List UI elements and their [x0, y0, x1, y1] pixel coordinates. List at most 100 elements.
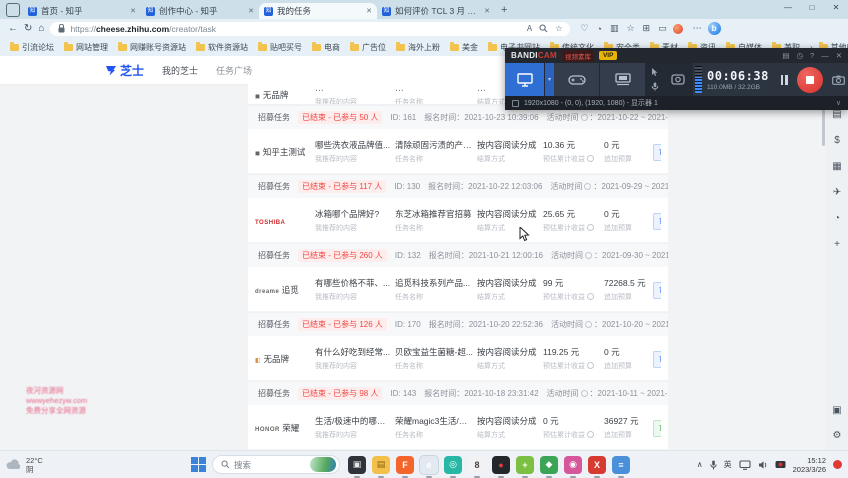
task-title[interactable]: 贝欧宝益生菌糖-超... — [395, 346, 474, 358]
review-status-button[interactable]: 审核通过 — [653, 351, 661, 368]
bandicam-tray-icon[interactable] — [775, 460, 786, 469]
review-status-button[interactable]: 审核通过 — [653, 213, 661, 230]
tray-chevron-icon[interactable]: ∧ — [697, 460, 703, 469]
stop-record-button[interactable] — [797, 67, 823, 93]
file-explorer[interactable]: ▤ — [372, 456, 390, 474]
tab-zhihu-home[interactable]: 知 首页 - 知乎 ✕ — [23, 3, 141, 19]
device-recording-mode-button[interactable] — [600, 63, 646, 96]
task-title[interactable]: 荣耀magic3生活/极... — [395, 415, 474, 427]
collections-icon[interactable]: ⊞ — [643, 23, 651, 34]
more-menu-icon[interactable]: ⋯ — [693, 23, 702, 34]
chevron-down-icon[interactable]: ∨ — [836, 99, 841, 107]
tab-creator-center[interactable]: 知 创作中心 - 知乎 ✕ — [141, 3, 259, 19]
help-icon[interactable]: ? — [810, 51, 814, 60]
task-title[interactable]: 清除顽固污渍的产品... — [395, 139, 474, 151]
bookmark-folder[interactable]: 美金 — [450, 42, 478, 53]
ime-indicator[interactable]: 英 — [724, 459, 732, 470]
bing-chat-icon[interactable]: b — [708, 22, 721, 35]
maximize-button[interactable]: □ — [800, 0, 824, 15]
photos-app[interactable]: ▣ — [348, 456, 366, 474]
tab-tcl-question[interactable]: 知 如何评价 TCL 3 月 21 日发布的 ✕ — [377, 3, 495, 19]
close-tab-icon[interactable]: ✕ — [484, 7, 490, 15]
clock[interactable]: 15:12 2023/3/26 — [793, 456, 826, 474]
mic-icon[interactable] — [710, 460, 717, 470]
back-icon[interactable]: ← — [8, 23, 18, 34]
promo-button[interactable]: 视频素库 — [562, 50, 594, 62]
light-app[interactable]: 8 — [468, 456, 486, 474]
close-tab-icon[interactable]: ✕ — [130, 7, 136, 15]
game-recording-mode-button[interactable] — [554, 63, 600, 96]
split-screen-icon[interactable]: ▥ — [610, 23, 619, 34]
bookmark-folder[interactable]: 海外上粉 — [396, 42, 440, 53]
task-title[interactable]: 东芝冰箱推荐官招募 — [395, 208, 474, 220]
bookmark-folder[interactable]: 软件资源站 — [196, 42, 248, 53]
volume-icon[interactable] — [758, 460, 768, 470]
teal-app[interactable]: ◎ — [444, 456, 462, 474]
favorite-star-icon[interactable]: ☆ — [555, 24, 562, 33]
home-icon[interactable]: ⌂ — [38, 23, 44, 34]
nav-task-square[interactable]: 任务广场 — [216, 64, 252, 77]
heart-icon[interactable]: ♡ — [580, 23, 588, 34]
shopping-icon[interactable]: $ — [831, 134, 844, 147]
nav-my-zhishi[interactable]: 我的芝士 — [162, 64, 198, 77]
recorder-app[interactable]: ● — [492, 456, 510, 474]
content-title[interactable]: 生活/极速中的哪个... — [315, 415, 392, 427]
content-title[interactable]: 有哪些价格不菲、... — [315, 277, 392, 289]
review-status-button[interactable]: 审核中 — [653, 420, 661, 437]
notifications-icon[interactable]: ◔ — [831, 212, 844, 225]
start-button[interactable] — [191, 457, 206, 472]
taskbar-search[interactable]: 搜索 — [212, 455, 340, 474]
task-title[interactable]: 追觅科技系列产品... — [395, 277, 474, 289]
search-icon[interactable] — [539, 24, 548, 33]
bookmark-folder[interactable]: 广告位 — [350, 42, 386, 53]
bookmark-folder[interactable]: 网赚账号资源站 — [118, 42, 186, 53]
content-title[interactable]: 冰箱哪个品牌好? — [315, 208, 392, 220]
minimize-icon[interactable]: — — [821, 51, 829, 60]
drop-icon[interactable]: ✈ — [831, 186, 844, 199]
mic-toggle-icon[interactable] — [651, 82, 659, 91]
green-app-2[interactable]: ◆ — [540, 456, 558, 474]
colorful-app[interactable]: ◉ — [564, 456, 582, 474]
region-checkbox[interactable] — [512, 100, 519, 107]
cursor-effect-icon[interactable] — [651, 68, 659, 77]
schedule-icon[interactable]: ◷ — [796, 51, 803, 60]
new-tab-button[interactable]: + — [501, 4, 507, 16]
network-icon[interactable] — [739, 460, 751, 470]
edge[interactable]: e — [420, 456, 438, 474]
webcam-button[interactable] — [663, 63, 693, 96]
notes-app[interactable]: ≡ — [612, 456, 630, 474]
content-title[interactable]: 哪些洗衣液品牌值... — [315, 139, 392, 151]
close-icon[interactable]: ✕ — [836, 51, 842, 60]
favorites-bar-icon[interactable]: ☆ — [626, 23, 634, 34]
bookmark-folder[interactable]: 电商 — [312, 42, 340, 53]
xshell[interactable]: X — [588, 456, 606, 474]
open-folder-icon[interactable]: ▤ — [782, 51, 789, 60]
add-sidebar-icon[interactable]: + — [831, 238, 844, 251]
screenshot-button[interactable] — [828, 63, 848, 96]
history-icon[interactable]: ◔ — [597, 24, 602, 34]
zhishi-logo[interactable]: 芝士 — [105, 62, 144, 79]
firefox[interactable]: F — [396, 456, 414, 474]
close-tab-icon[interactable]: ✕ — [366, 7, 372, 15]
review-status-button[interactable]: 审核通过 — [653, 144, 661, 161]
bookmark-folder[interactable]: 贴吧买号 — [258, 42, 302, 53]
bandicam-titlebar[interactable]: BANDICAM 视频素库 VIP ▤ ◷ ? — ✕ — [505, 48, 848, 63]
screen-recording-mode-button[interactable] — [505, 63, 545, 96]
close-tab-icon[interactable]: ✕ — [248, 7, 254, 15]
minimize-button[interactable]: — — [776, 0, 800, 15]
settings-icon[interactable]: ⚙ — [831, 429, 844, 442]
bookmark-folder[interactable]: 引流论坛 — [10, 42, 54, 53]
profile-avatar[interactable] — [673, 24, 683, 34]
games-icon[interactable]: ▦ — [831, 160, 844, 173]
tab-actions-icon[interactable] — [6, 3, 20, 17]
pause-button[interactable] — [776, 63, 792, 96]
weather-widget[interactable]: 22°C阴 — [6, 456, 191, 474]
tab-my-tasks[interactable]: 知 我的任务 ✕ — [259, 3, 377, 19]
content-title[interactable]: 有什么好吃到经常... — [315, 346, 392, 358]
address-bar[interactable]: https://cheese.zhihu.com/creator/task A … — [50, 22, 570, 36]
customize-sidebar-icon[interactable]: ▣ — [831, 404, 844, 417]
refresh-icon[interactable]: ↻ — [24, 23, 32, 34]
mode-dropdown-icon[interactable]: ▾ — [545, 63, 554, 96]
recording-indicator-icon[interactable] — [833, 460, 842, 469]
close-button[interactable]: ✕ — [824, 0, 848, 15]
